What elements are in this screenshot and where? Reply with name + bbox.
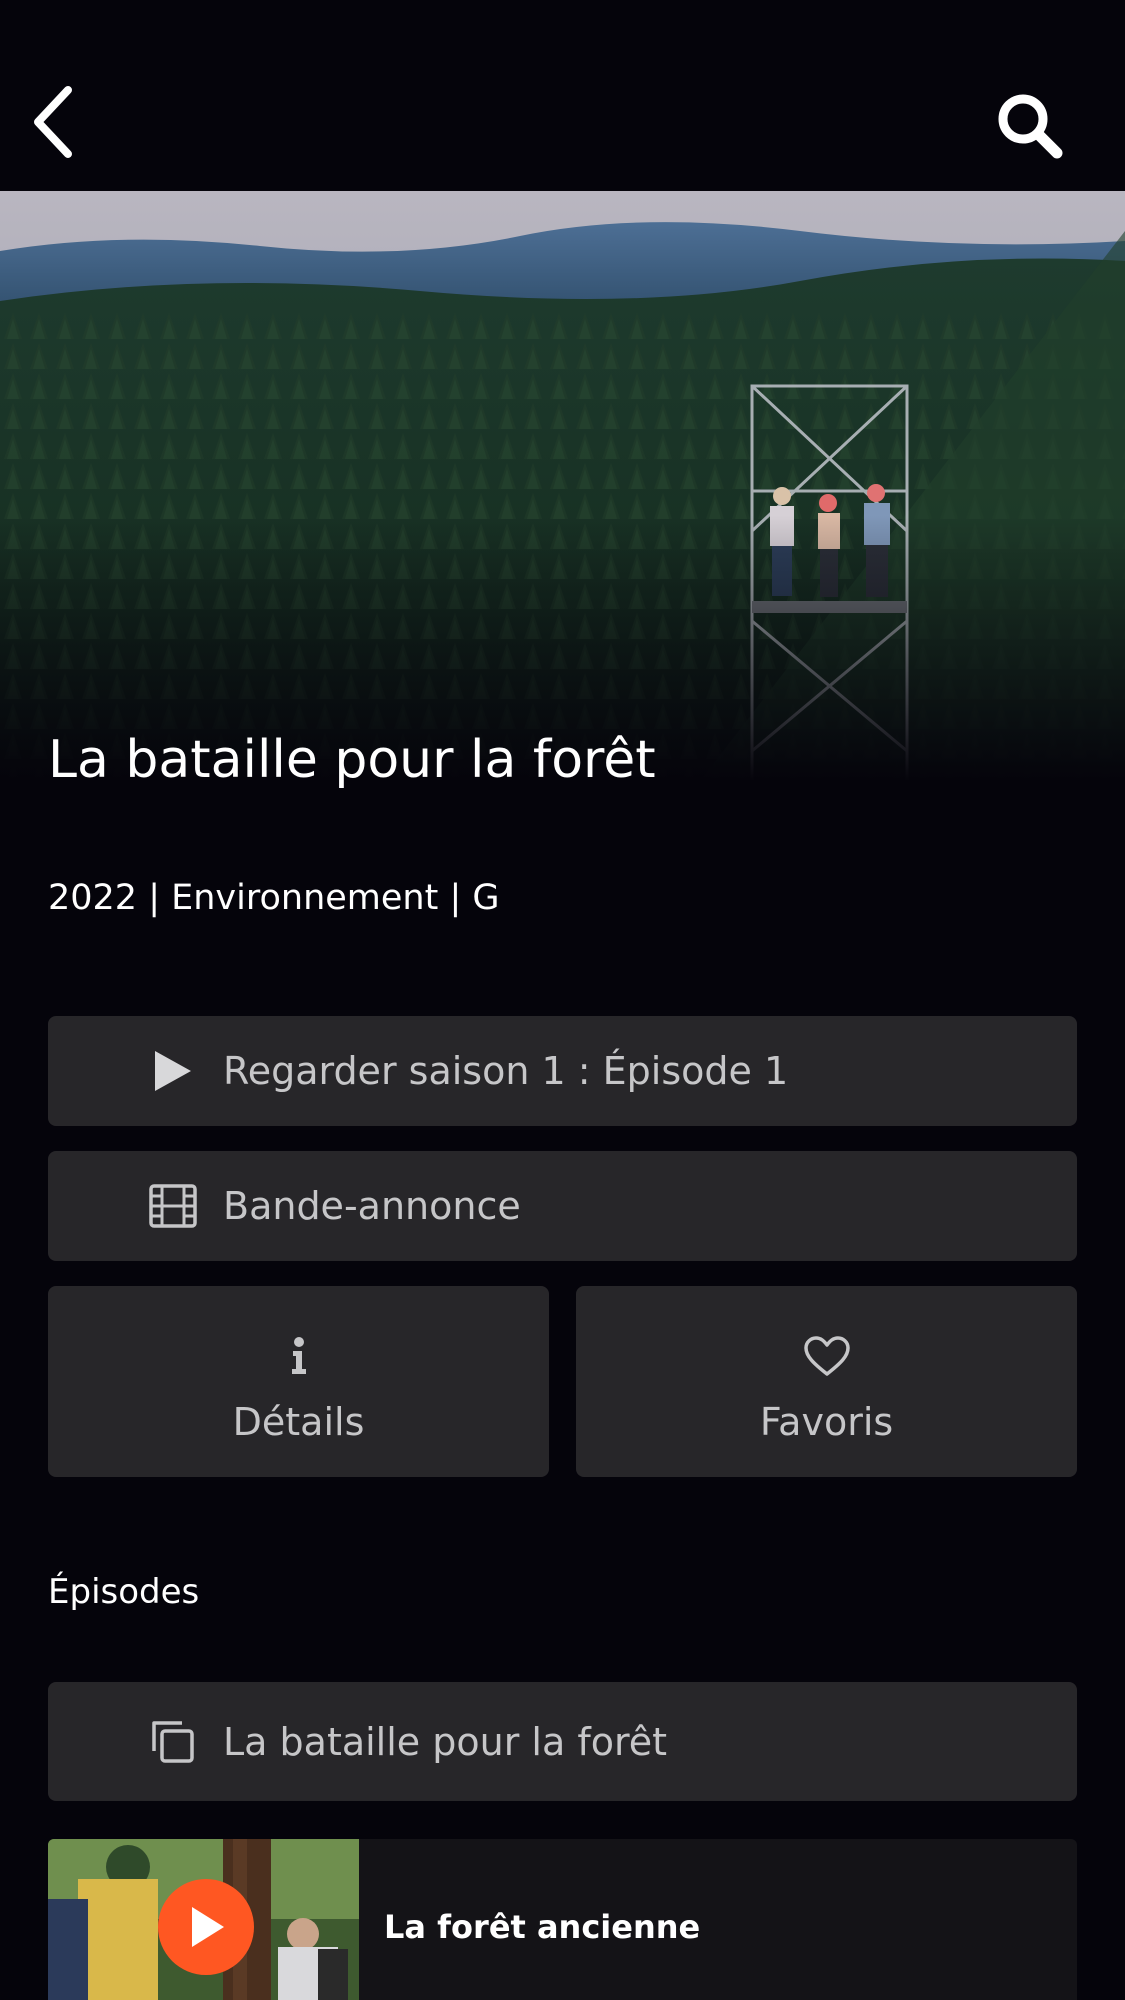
episode-card[interactable]: La forêt ancienne: [48, 1839, 1077, 2000]
episode-title: La forêt ancienne: [384, 1908, 701, 1946]
season-selector-label: La bataille pour la forêt: [223, 1719, 668, 1764]
favorites-button[interactable]: Favoris: [576, 1286, 1077, 1477]
collection-icon: [143, 1712, 203, 1772]
episodes-section-title: Épisodes: [48, 1572, 200, 1612]
trailer-label: Bande-annonce: [223, 1184, 521, 1228]
search-icon: [998, 94, 1063, 159]
film-icon: [143, 1176, 203, 1236]
search-button[interactable]: [990, 86, 1070, 166]
details-label: Détails: [232, 1400, 365, 1444]
trailer-button[interactable]: Bande-annonce: [48, 1151, 1077, 1261]
chevron-left-icon: [34, 86, 72, 158]
play-icon[interactable]: [158, 1879, 254, 1975]
details-button[interactable]: Détails: [48, 1286, 549, 1477]
back-button[interactable]: [22, 82, 82, 162]
top-bar: [0, 0, 1125, 191]
episode-thumbnail: [48, 1839, 359, 2000]
hero-image: [0, 191, 1125, 781]
info-icon: [48, 1328, 549, 1384]
heart-icon: [576, 1328, 1077, 1384]
play-icon: [143, 1041, 203, 1101]
watch-episode-label: Regarder saison 1 : Épisode 1: [223, 1049, 789, 1093]
show-meta: 2022 | Environnement | G: [48, 878, 500, 918]
show-title: La bataille pour la forêt: [48, 730, 656, 790]
favorites-label: Favoris: [759, 1400, 894, 1444]
watch-episode-button[interactable]: Regarder saison 1 : Épisode 1: [48, 1016, 1077, 1126]
season-selector[interactable]: La bataille pour la forêt: [48, 1682, 1077, 1801]
